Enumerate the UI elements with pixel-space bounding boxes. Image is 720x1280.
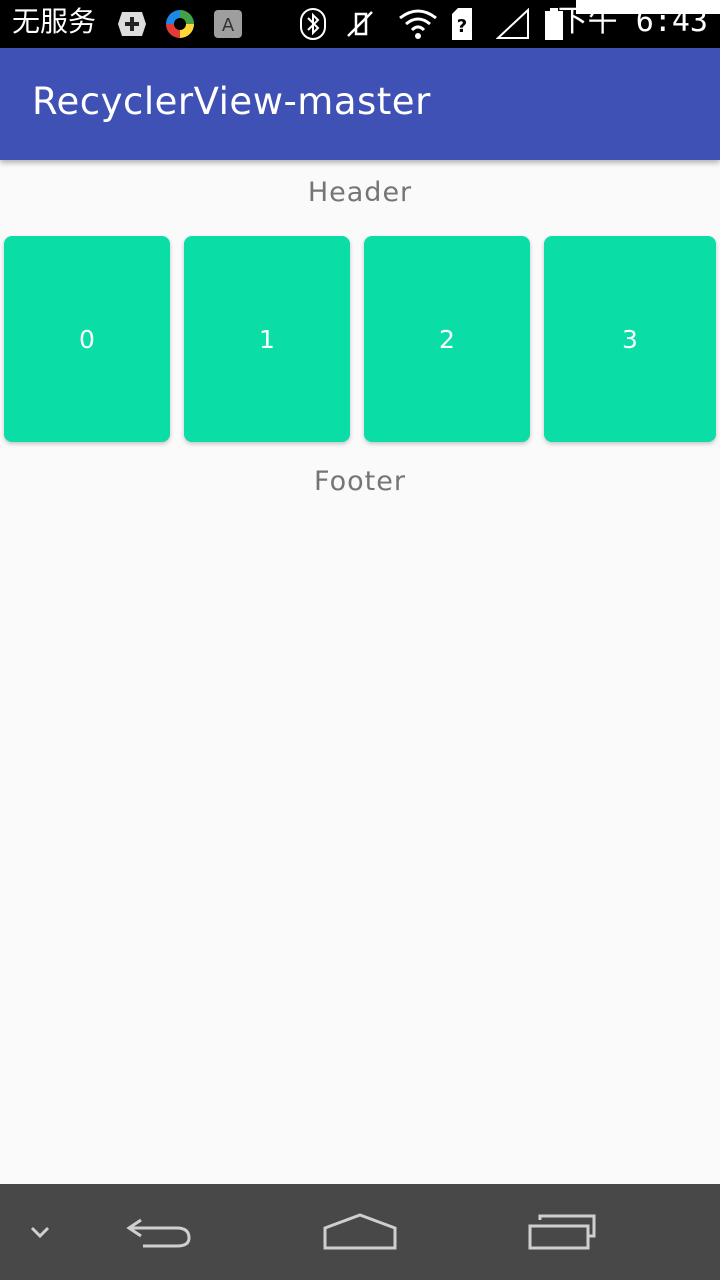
grid-item[interactable]: 0 (4, 236, 170, 442)
carrier-label: 无服务 (12, 5, 97, 38)
app-title: RecyclerView-master (32, 80, 431, 123)
bluetooth-icon (300, 8, 326, 40)
add-icon (118, 12, 146, 36)
back-icon (126, 1218, 191, 1248)
svg-text:?: ? (457, 16, 467, 37)
back-button[interactable] (110, 1184, 210, 1280)
list-header: Header (307, 177, 413, 208)
svg-text:A: A (222, 15, 235, 36)
font-a-icon: A (214, 10, 242, 38)
vibrate-off-icon (347, 11, 373, 37)
wifi-icon (399, 9, 437, 39)
sim-unknown-icon: ? (452, 8, 472, 40)
chevron-down-icon (30, 1226, 50, 1239)
grid-item-label: 0 (79, 324, 95, 354)
grid-item[interactable]: 2 (364, 236, 530, 442)
grid-item[interactable]: 3 (544, 236, 716, 442)
color-wheel-app-icon (166, 10, 194, 38)
home-icon (323, 1213, 397, 1250)
signal-icon (496, 8, 529, 39)
recents-button[interactable] (512, 1184, 612, 1280)
recents-icon (528, 1214, 596, 1250)
grid-item-label: 3 (622, 324, 638, 354)
navigation-bar (0, 1184, 720, 1280)
status-bar: 无服务 A ? 下午 6:43 (0, 0, 720, 48)
clock: 下午 6:43 (557, 4, 708, 39)
grid-item-label: 1 (259, 324, 275, 354)
grid-item-label: 2 (439, 324, 455, 354)
grid-item[interactable]: 1 (184, 236, 350, 442)
app-bar: RecyclerView-master (0, 48, 720, 160)
list-footer: Footer (314, 466, 406, 497)
home-button[interactable] (310, 1184, 410, 1280)
hide-nav-button[interactable] (20, 1184, 60, 1280)
